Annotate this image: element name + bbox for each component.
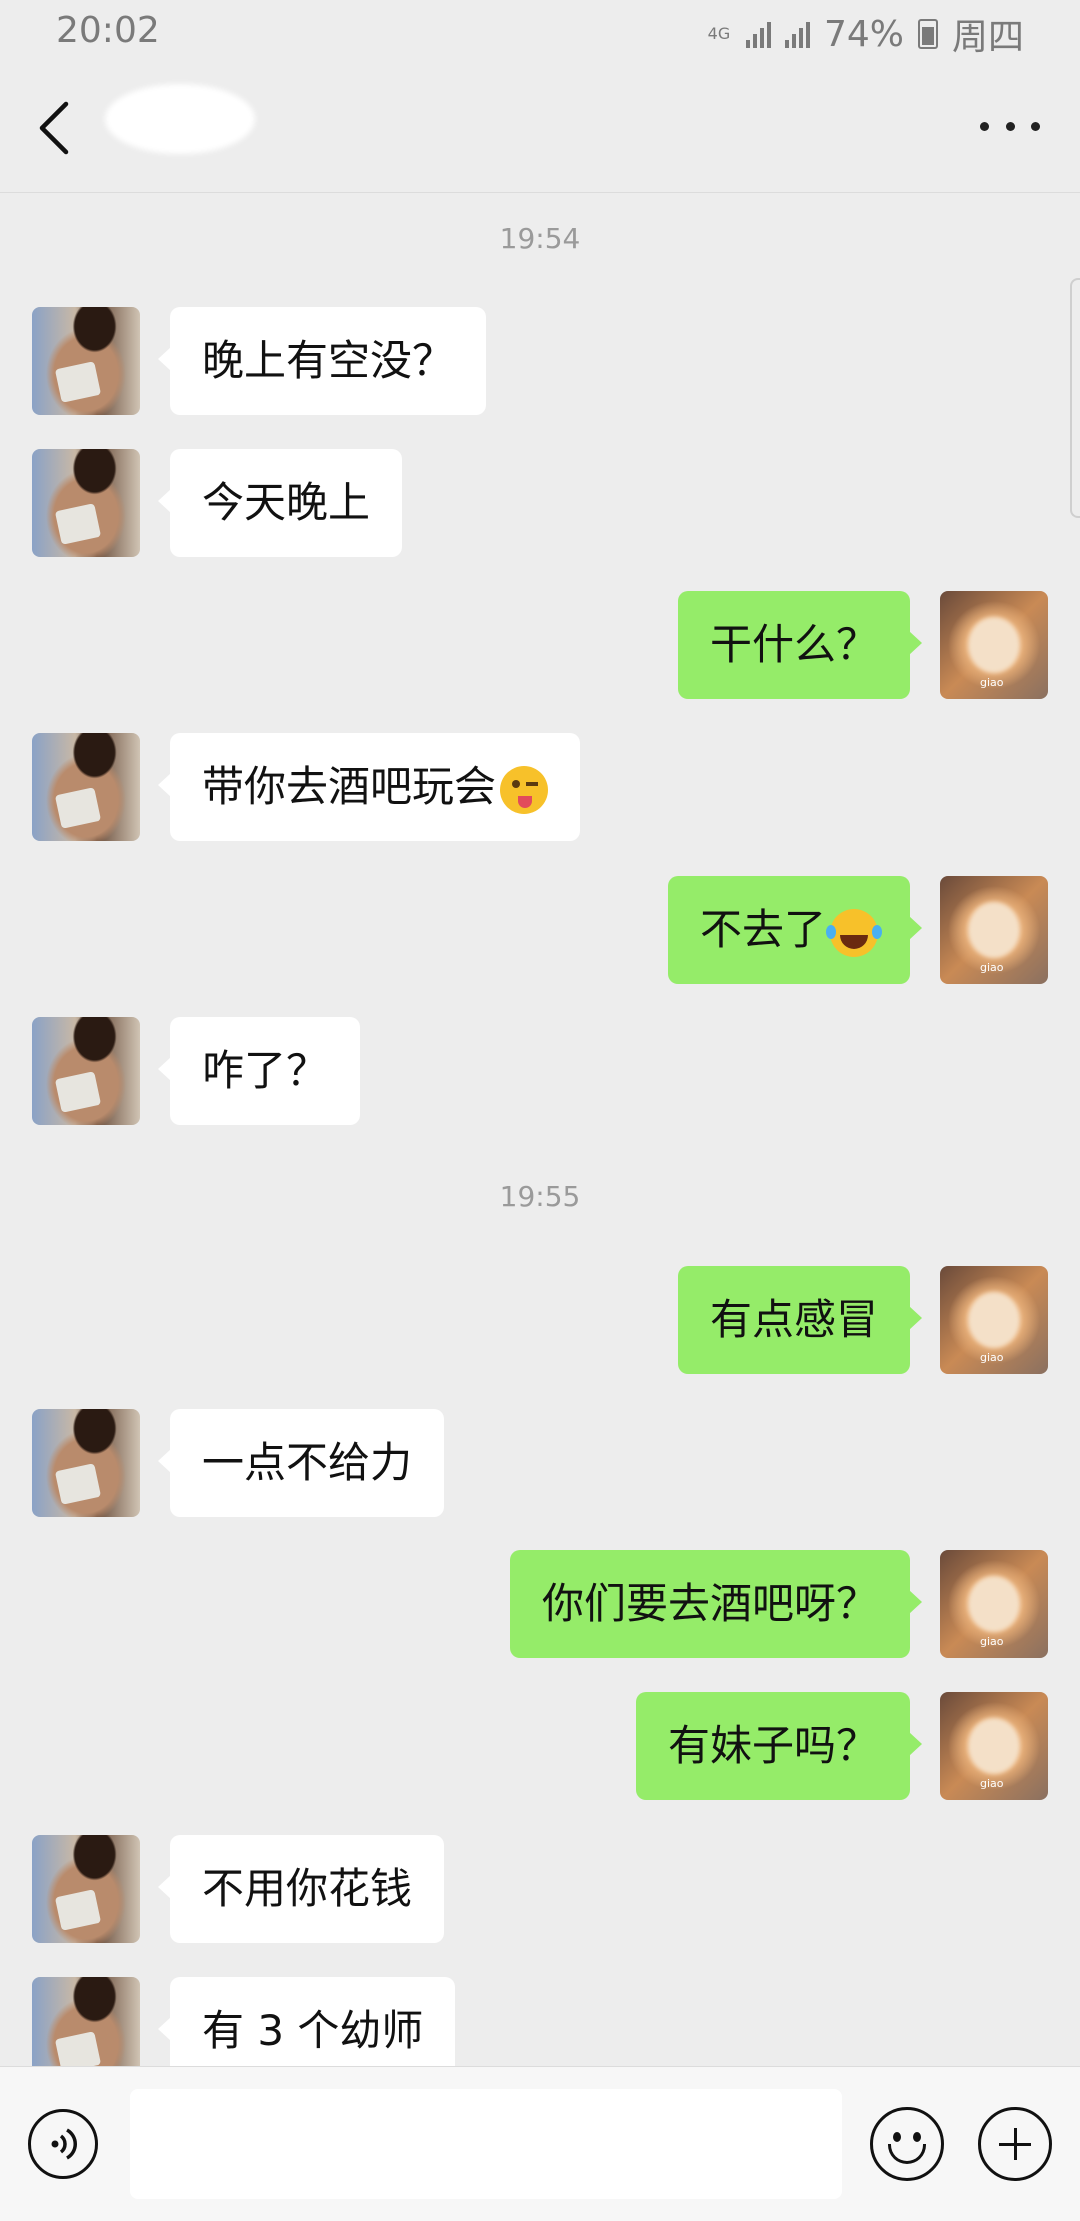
- my-message-bubble[interactable]: 你们要去酒吧呀？: [509, 1550, 923, 1658]
- plus-icon[interactable]: [978, 2107, 1052, 2181]
- message-text: 不去了: [699, 905, 826, 954]
- message-input[interactable]: [130, 2089, 842, 2199]
- friend-avatar[interactable]: [32, 1409, 140, 1517]
- voice-icon[interactable]: [28, 2109, 98, 2179]
- friend-message-bubble[interactable]: 带你去酒吧玩会: [157, 733, 581, 841]
- network-type: 4G: [707, 24, 731, 43]
- contact-name-redacted: [105, 84, 255, 154]
- friend-avatar[interactable]: [32, 733, 140, 841]
- message-row: 晚上有空没？: [0, 307, 1080, 417]
- my-message-bubble[interactable]: 有妹子吗？: [635, 1692, 923, 1800]
- friend-avatar[interactable]: [32, 1017, 140, 1125]
- avatar-caption: giao: [980, 961, 1004, 974]
- signal-icon: [745, 20, 771, 48]
- status-bar: 20:02 4G 74% 周四: [0, 0, 1080, 66]
- crying-laughing-emoji-icon: [826, 908, 882, 957]
- my-avatar[interactable]: giao: [940, 591, 1048, 699]
- emoji-icon[interactable]: [870, 2107, 944, 2181]
- friend-avatar[interactable]: [32, 1835, 140, 1943]
- friend-avatar[interactable]: [32, 449, 140, 557]
- friend-message-bubble[interactable]: 今天晚上: [157, 449, 403, 557]
- my-avatar[interactable]: giao: [940, 1266, 1048, 1374]
- avatar-caption: giao: [980, 1351, 1004, 1364]
- signal-icon-2: [784, 20, 810, 48]
- avatar-caption: giao: [980, 676, 1004, 689]
- friend-message-bubble[interactable]: 一点不给力: [157, 1409, 445, 1517]
- message-row: giao 不去了: [0, 876, 1080, 986]
- my-message-bubble[interactable]: 干什么？: [677, 591, 923, 699]
- my-avatar[interactable]: giao: [940, 1550, 1048, 1658]
- status-time: 20:02: [56, 10, 160, 51]
- message-row: giao 有点感冒: [0, 1266, 1080, 1376]
- message-text: 带你去酒吧玩会: [202, 762, 497, 811]
- timestamp: 19:54: [499, 222, 581, 255]
- friend-avatar[interactable]: [32, 307, 140, 415]
- chat-header: [0, 66, 1080, 193]
- avatar-caption: giao: [980, 1635, 1004, 1648]
- my-avatar[interactable]: giao: [940, 876, 1048, 984]
- avatar-caption: giao: [980, 1777, 1004, 1790]
- message-row: giao 你们要去酒吧呀？: [0, 1550, 1080, 1660]
- more-icon[interactable]: [980, 116, 1040, 136]
- message-row: 一点不给力: [0, 1409, 1080, 1519]
- message-row: giao 有妹子吗？: [0, 1692, 1080, 1802]
- my-avatar[interactable]: giao: [940, 1692, 1048, 1800]
- message-row: 咋了？: [0, 1017, 1080, 1127]
- weekday: 周四: [951, 17, 1024, 58]
- message-row: 不用你花钱: [0, 1835, 1080, 1945]
- message-row: 今天晚上: [0, 449, 1080, 559]
- input-bar: [0, 2066, 1080, 2221]
- message-row: giao 干什么？: [0, 591, 1080, 701]
- timestamp: 19:55: [499, 1180, 581, 1213]
- battery-icon: [917, 19, 938, 49]
- message-row: 带你去酒吧玩会: [0, 733, 1080, 843]
- winking-tongue-emoji-icon: [500, 765, 549, 814]
- my-message-bubble[interactable]: 不去了: [667, 876, 923, 984]
- friend-message-bubble[interactable]: 咋了？: [157, 1017, 361, 1125]
- back-icon[interactable]: [30, 98, 80, 158]
- friend-message-bubble[interactable]: 晚上有空没？: [157, 307, 487, 415]
- friend-message-bubble[interactable]: 不用你花钱: [157, 1835, 445, 1943]
- my-message-bubble[interactable]: 有点感冒: [677, 1266, 923, 1374]
- battery-percent: 74%: [823, 13, 904, 55]
